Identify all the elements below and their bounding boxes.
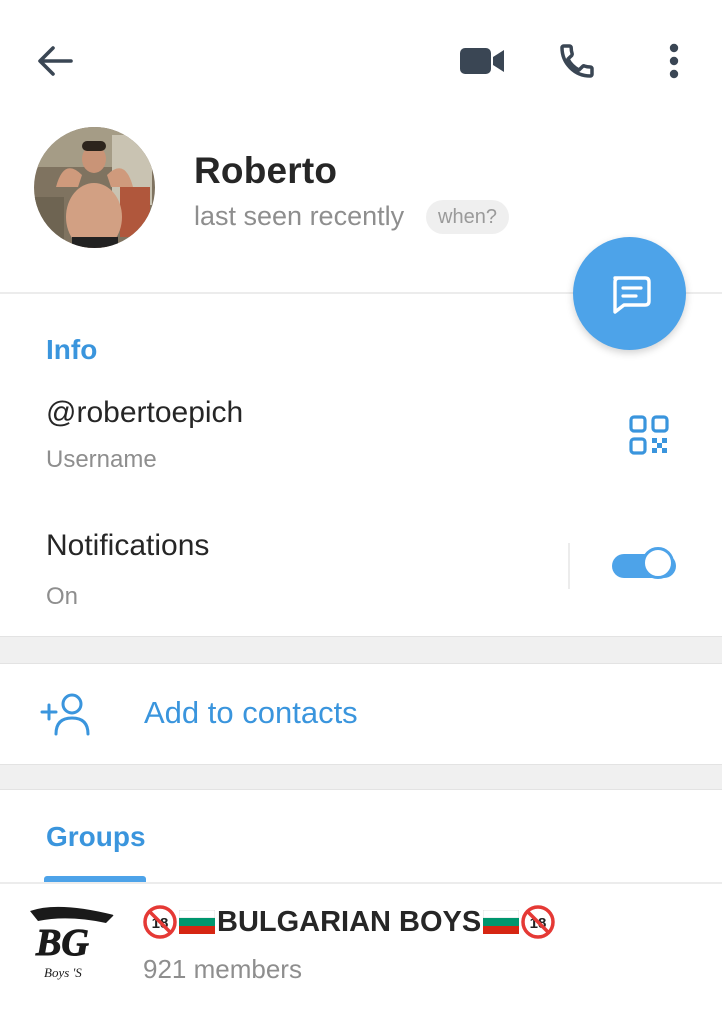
- tab-groups[interactable]: Groups: [46, 821, 146, 853]
- notifications-title: Notifications: [46, 529, 210, 562]
- group-name: 18 BULGARIAN BOYS 18: [143, 900, 555, 944]
- info-section-title: Info: [46, 334, 98, 365]
- bulgaria-flag-icon: [483, 910, 520, 934]
- add-user-icon: [40, 692, 92, 736]
- group-avatar: BG Boys 'S: [18, 893, 122, 993]
- adult-18-icon: 18: [521, 905, 555, 939]
- notifications-status: On: [46, 583, 79, 610]
- qr-code-button[interactable]: [628, 414, 670, 456]
- arrow-left-icon: [38, 46, 73, 76]
- message-button[interactable]: [573, 237, 686, 350]
- group-name-text: BULGARIAN BOYS: [217, 905, 482, 938]
- group-logo-caption: Boys 'S: [44, 965, 82, 980]
- add-to-contacts-label[interactable]: Add to contacts: [144, 695, 358, 731]
- profile-name: Roberto: [194, 150, 338, 191]
- username-label: Username: [46, 446, 157, 473]
- phone-icon: [560, 44, 594, 78]
- username-value[interactable]: @robertoepich: [46, 396, 243, 430]
- when-button[interactable]: when?: [426, 200, 509, 234]
- divider: [568, 543, 570, 589]
- more-options-button[interactable]: [650, 36, 698, 86]
- back-button[interactable]: [28, 38, 82, 84]
- toggle-knob: [642, 547, 674, 579]
- add-to-contacts-row[interactable]: [0, 664, 722, 764]
- section-separator: [0, 636, 722, 664]
- section-separator: [0, 764, 722, 790]
- notifications-toggle[interactable]: [610, 543, 680, 587]
- message-icon: [612, 275, 651, 314]
- group-logo-text: BG: [35, 922, 89, 964]
- video-call-button[interactable]: [452, 38, 514, 84]
- bulgaria-flag-icon: [179, 910, 215, 934]
- more-vertical-icon: [669, 43, 679, 79]
- avatar[interactable]: [34, 127, 155, 248]
- group-member-count: 921 members: [143, 954, 302, 984]
- avatar-photo: [34, 127, 155, 248]
- call-button[interactable]: [548, 36, 606, 86]
- adult-18-icon: 18: [143, 905, 177, 939]
- qr-code-icon: [629, 415, 669, 455]
- video-camera-icon: [460, 48, 504, 74]
- last-seen-status: last seen recently: [194, 201, 405, 231]
